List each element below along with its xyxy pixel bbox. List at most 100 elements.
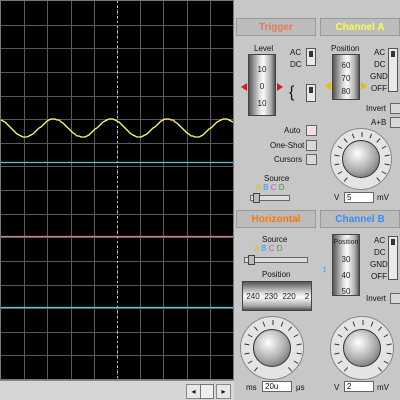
horizontal-source-letters: A B C D bbox=[254, 244, 283, 253]
channel-a-off-label: OFF bbox=[371, 84, 387, 93]
channel-b-invert-button[interactable] bbox=[390, 293, 400, 304]
dial-tick bbox=[244, 343, 250, 346]
channel-a-position-tick-mid: 70 bbox=[341, 74, 351, 83]
trigger-oneshot-label: One-Shot bbox=[270, 141, 305, 150]
channel-a-dc-label: DC bbox=[374, 60, 386, 69]
dial-tick bbox=[378, 367, 383, 372]
dial-tick bbox=[343, 138, 348, 143]
channel-a-aplusb-button[interactable] bbox=[390, 117, 400, 128]
channel-a-position-drum[interactable]: 60 70 80 bbox=[332, 54, 360, 100]
channel-a-position-tick-top: 60 bbox=[341, 61, 351, 70]
dial-tick bbox=[370, 321, 374, 327]
horizontal-position-drum[interactable]: 240 230 220 2 bbox=[242, 281, 312, 311]
channel-b-dc-label: DC bbox=[374, 248, 386, 257]
horizontal-source-label: Source bbox=[262, 235, 288, 244]
channel-a-invert-label: Invert bbox=[366, 104, 387, 113]
trigger-source-slider[interactable] bbox=[250, 193, 290, 203]
horizontal-source-slider-thumb[interactable] bbox=[248, 255, 255, 265]
channel-b-v-label: V bbox=[334, 383, 340, 392]
channel-a-volts-knob[interactable] bbox=[342, 140, 380, 178]
dial-tick bbox=[293, 334, 299, 338]
dial-tick bbox=[288, 367, 293, 372]
channel-b-ac-label: AC bbox=[374, 236, 386, 245]
dial-tick bbox=[337, 145, 343, 149]
dial-tick bbox=[383, 360, 389, 364]
dial-tick bbox=[247, 360, 253, 364]
channel-b-volts-knob[interactable] bbox=[343, 329, 381, 367]
dial-tick bbox=[337, 171, 343, 175]
trigger-source-c: C bbox=[270, 183, 277, 192]
trigger-title: Trigger bbox=[236, 18, 316, 36]
trigger-source-slider-thumb[interactable] bbox=[253, 193, 260, 203]
scroll-thumb[interactable] bbox=[200, 384, 214, 399]
dial-tick bbox=[386, 352, 392, 355]
channel-a-invert-button[interactable] bbox=[390, 103, 400, 114]
scroll-right-arrow[interactable]: ▸ bbox=[216, 384, 231, 399]
trigger-source-label: Source bbox=[264, 174, 290, 183]
channel-b-position-tick-mid: 40 bbox=[341, 271, 351, 280]
control-panel: Trigger Level 10 0 10 AC DC { Auto One-S… bbox=[234, 0, 400, 400]
channel-b-unit-label: mV bbox=[377, 383, 389, 392]
dial-tick bbox=[343, 177, 348, 182]
channel-b-position-tick-top: 30 bbox=[341, 255, 351, 264]
trigger-dc-label: DC bbox=[290, 60, 302, 69]
horizontal-source-a: A bbox=[254, 244, 259, 253]
trigger-level-left-arrow-icon bbox=[241, 83, 247, 91]
horizontal-ms-label: ms bbox=[246, 383, 257, 392]
channel-b-position-label: Position bbox=[333, 239, 359, 246]
dial-tick bbox=[381, 171, 387, 175]
channel-a-coupling-switch[interactable] bbox=[388, 48, 398, 92]
horizontal-source-slider[interactable] bbox=[244, 255, 308, 265]
dial-tick bbox=[384, 154, 390, 157]
channel-a-gnd-label: GND bbox=[370, 72, 388, 81]
dial-tick bbox=[247, 334, 253, 338]
trigger-source-b: B bbox=[263, 183, 269, 192]
channel-a-title: Channel A bbox=[320, 18, 400, 36]
horizontal-position-tick-4: 2 bbox=[304, 292, 310, 301]
horizontal-unit-label: μs bbox=[296, 383, 305, 392]
trigger-level-tick-top: 10 bbox=[257, 65, 267, 74]
trigger-level-tick-bot: 10 bbox=[257, 99, 267, 108]
trigger-level-drum[interactable]: 10 0 10 bbox=[248, 54, 276, 116]
channel-b-off-label: OFF bbox=[371, 272, 387, 281]
dial-tick bbox=[334, 163, 340, 166]
channel-b-updown-arrow-icon: ↕ bbox=[322, 264, 327, 275]
dial-tick bbox=[384, 163, 390, 166]
channel-a-position-label: Position bbox=[331, 44, 360, 53]
dial-tick bbox=[296, 352, 302, 355]
dial-tick bbox=[386, 343, 392, 346]
scroll-left-arrow[interactable]: ◂ bbox=[186, 384, 201, 399]
channel-b-position-drum[interactable]: Position 30 40 50 bbox=[332, 234, 360, 296]
channel-b-invert-label: Invert bbox=[366, 294, 387, 303]
horizontal-source-d: D bbox=[276, 244, 283, 253]
channel-a-right-arrow-icon bbox=[361, 82, 367, 90]
trigger-level-right-arrow-icon bbox=[277, 83, 283, 91]
channel-b-volts-field[interactable]: 2 bbox=[344, 381, 374, 392]
dial-tick bbox=[337, 360, 343, 364]
channel-a-aplusb-label: A+B bbox=[371, 118, 387, 127]
dial-tick bbox=[280, 321, 284, 327]
dial-tick bbox=[352, 321, 356, 327]
trigger-edge-switch[interactable] bbox=[306, 84, 316, 102]
dial-tick bbox=[293, 360, 299, 364]
channel-a-volts-field[interactable]: 5 bbox=[344, 192, 374, 203]
trigger-source-d: D bbox=[278, 183, 285, 192]
trigger-cursors-button[interactable] bbox=[306, 154, 317, 165]
trigger-edge-brace-icon: { bbox=[289, 84, 295, 101]
time-scrollbar[interactable]: ◂ ▸ bbox=[0, 380, 234, 400]
channel-b-gnd-label: GND bbox=[370, 260, 388, 269]
channel-b-position-tick-bot: 50 bbox=[341, 287, 351, 296]
dial-tick bbox=[383, 334, 389, 338]
trigger-auto-button[interactable] bbox=[306, 125, 317, 136]
dial-tick bbox=[376, 177, 381, 182]
dial-tick bbox=[376, 138, 381, 143]
trigger-coupling-switch[interactable] bbox=[306, 48, 316, 66]
horizontal-timebase-knob[interactable] bbox=[253, 329, 291, 367]
dial-tick bbox=[253, 367, 258, 372]
trigger-oneshot-button[interactable] bbox=[306, 140, 317, 151]
horizontal-timebase-field[interactable]: 20u bbox=[262, 381, 292, 392]
dial-tick bbox=[262, 321, 266, 327]
horizontal-title: Horizontal bbox=[236, 210, 316, 228]
trigger-ac-label: AC bbox=[290, 48, 302, 57]
channel-b-coupling-switch[interactable] bbox=[388, 236, 398, 280]
